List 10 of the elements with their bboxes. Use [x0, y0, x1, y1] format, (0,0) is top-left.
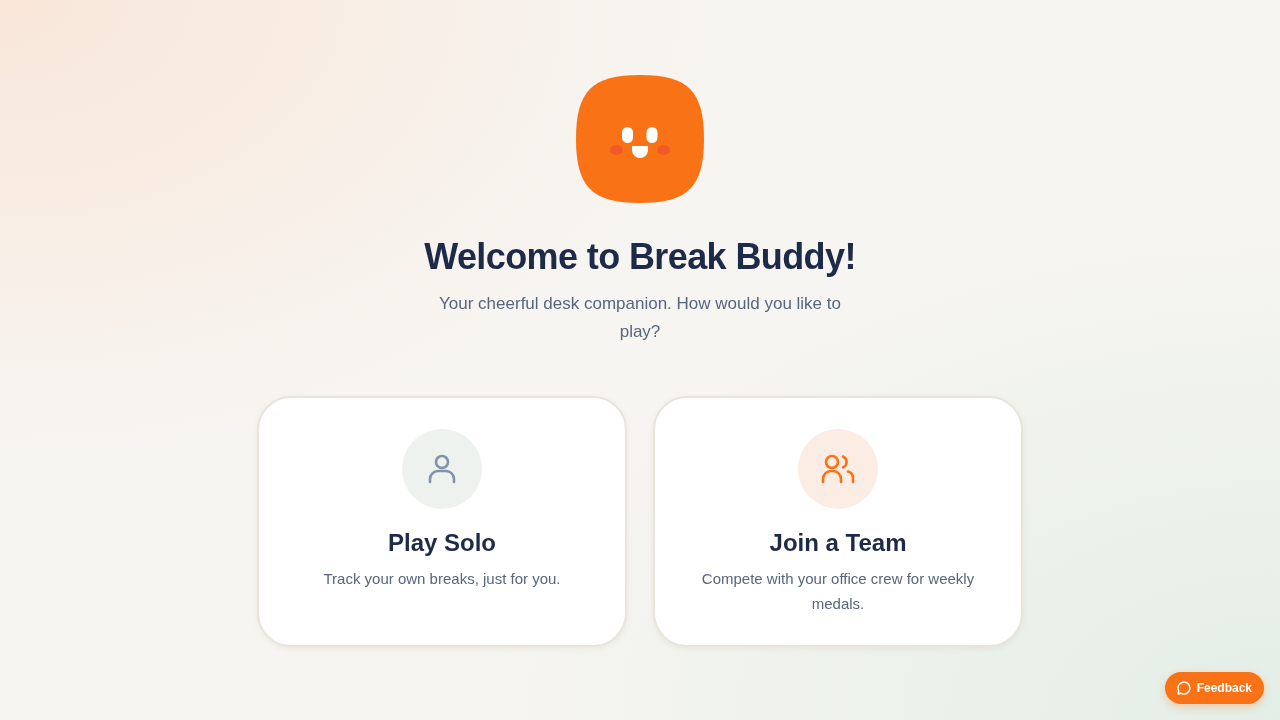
welcome-subtitle: Your cheerful desk companion. How would you like to play?	[438, 293, 842, 343]
card-title: Play Solo	[387, 528, 496, 558]
mode-card[interactable]: Play Solo Track your own breaks, just for you.	[257, 396, 627, 647]
card-description: Compete with your office crew for weekly medals.	[700, 569, 976, 614]
chat-bubble-icon	[1176, 681, 1191, 695]
card-description: Track your own breaks, just for you.	[323, 569, 561, 589]
smiling-mascot-icon	[576, 75, 704, 203]
mode-card[interactable]: Join a Team Compete with your office crew for weekly medals.	[653, 396, 1023, 647]
card-title: Join a Team	[769, 528, 907, 558]
welcome-title: Welcome to Break Buddy!	[424, 235, 856, 279]
